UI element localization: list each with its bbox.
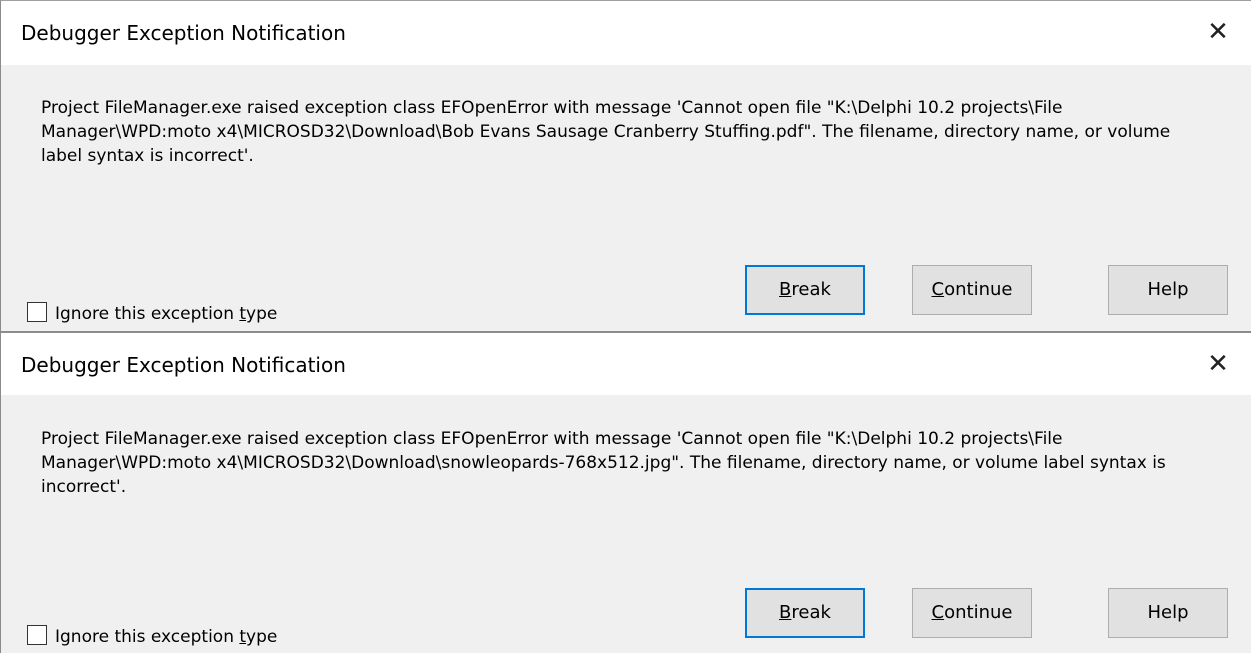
help-label: Help [1147,602,1189,623]
help-label: Help [1147,279,1189,300]
dialog-title: Debugger Exception Notification [21,353,346,377]
dialog-title: Debugger Exception Notification [21,21,346,45]
ignore-exception-label[interactable]: Ignore this exception type [55,302,277,326]
continue-label: ontinue [944,279,1013,300]
exception-dialog-1: Debugger Exception Notification ✕ Projec… [0,0,1251,331]
exception-message: Project FileManager.exe raised exception… [41,98,1171,166]
continue-accel: C [931,602,945,623]
exception-dialog-2: Debugger Exception Notification ✕ Projec… [0,331,1251,653]
exception-message: Project FileManager.exe raised exception… [41,429,1166,497]
close-icon[interactable]: ✕ [1203,17,1233,47]
continue-button[interactable]: Continue [912,265,1032,315]
checkbox-label-prefix: Ignore this exception [55,627,240,647]
ignore-exception-checkbox[interactable] [27,302,47,322]
help-button[interactable]: Help [1108,265,1228,315]
ignore-exception-checkbox[interactable] [27,625,47,645]
checkbox-label-prefix: Ignore this exception [55,304,240,324]
break-label: reak [791,279,831,300]
break-button[interactable]: Break [745,265,865,315]
checkbox-label-suffix: ype [246,627,278,647]
continue-label: ontinue [944,602,1013,623]
continue-button[interactable]: Continue [912,588,1032,638]
break-button[interactable]: Break [745,588,865,638]
title-bar: Debugger Exception Notification ✕ [1,1,1251,65]
title-bar: Debugger Exception Notification ✕ [1,333,1251,395]
break-label: reak [791,602,831,623]
break-accel: B [779,279,792,300]
close-icon[interactable]: ✕ [1203,349,1233,379]
continue-accel: C [931,279,945,300]
checkbox-label-suffix: ype [246,304,278,324]
break-accel: B [779,602,792,623]
ignore-exception-label[interactable]: Ignore this exception type [55,625,277,649]
help-button[interactable]: Help [1108,588,1228,638]
